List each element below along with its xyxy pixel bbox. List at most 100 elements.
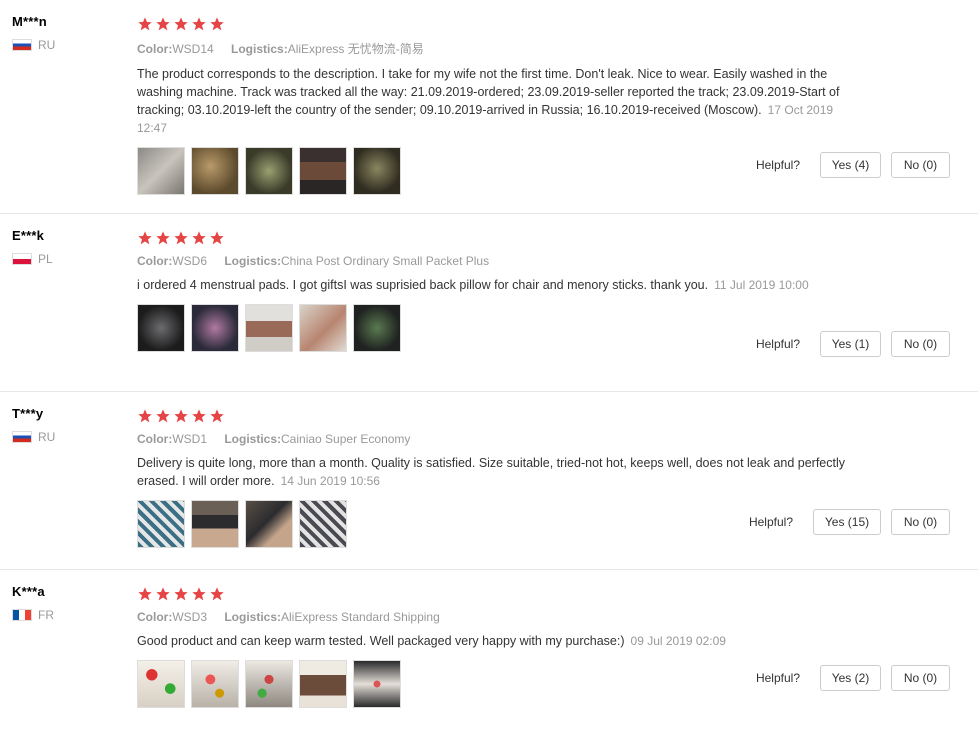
star-icon bbox=[191, 586, 207, 602]
helpful-label: Helpful? bbox=[755, 671, 800, 685]
review-attributes: Color:WSD14 Logistics:AliExpress 无忧物流-简易 bbox=[137, 40, 857, 57]
star-icon bbox=[155, 16, 171, 32]
russia-flag-icon bbox=[12, 39, 32, 51]
reviews-list: M***n RU Color:WSD14 Logistics:AliExpres… bbox=[0, 0, 978, 748]
review-photo-thumbnail[interactable] bbox=[353, 304, 401, 352]
star-icon bbox=[137, 16, 153, 32]
star-rating bbox=[137, 586, 857, 602]
helpful-no-button[interactable]: No (0) bbox=[891, 331, 950, 357]
logistics-key: Logistics: bbox=[224, 610, 282, 624]
reviewer-info: E***k PL bbox=[12, 228, 122, 266]
logistics-value: Cainiao Super Economy bbox=[281, 432, 411, 446]
helpful-label: Helpful? bbox=[755, 158, 800, 172]
review-photos bbox=[137, 147, 857, 195]
review-photo-thumbnail[interactable] bbox=[137, 147, 185, 195]
helpful-yes-button[interactable]: Yes (15) bbox=[813, 509, 881, 535]
review-item: M***n RU Color:WSD14 Logistics:AliExpres… bbox=[0, 0, 978, 214]
star-icon bbox=[155, 230, 171, 246]
star-rating bbox=[137, 408, 857, 424]
logistics-value: China Post Ordinary Small Packet Plus bbox=[281, 254, 490, 268]
helpful-yes-button[interactable]: Yes (4) bbox=[820, 152, 881, 178]
review-attributes: Color:WSD1 Logistics:Cainiao Super Econo… bbox=[137, 432, 857, 446]
reviewer-name: E***k bbox=[12, 228, 45, 243]
review-photo-thumbnail[interactable] bbox=[245, 147, 293, 195]
review-text: Delivery is quite long, more than a mont… bbox=[137, 456, 846, 488]
color-key: Color: bbox=[137, 432, 173, 446]
review-date: 09 Jul 2019 02:09 bbox=[630, 634, 726, 648]
reviewer-country: PL bbox=[12, 252, 122, 266]
reviewer-info: T***y RU bbox=[12, 406, 122, 444]
review-photo-thumbnail[interactable] bbox=[299, 304, 347, 352]
star-icon bbox=[173, 230, 189, 246]
helpful-label: Helpful? bbox=[748, 515, 793, 529]
helpful-no-button[interactable]: No (0) bbox=[891, 665, 950, 691]
color-value: WSD1 bbox=[172, 432, 207, 446]
star-icon bbox=[209, 408, 225, 424]
review-photo-thumbnail[interactable] bbox=[245, 304, 293, 352]
star-rating bbox=[137, 230, 857, 246]
reviewer-country: RU bbox=[12, 38, 122, 52]
country-code: PL bbox=[38, 252, 53, 266]
country-code: RU bbox=[38, 430, 56, 444]
logistics-value: AliExpress 无忧物流-简易 bbox=[287, 42, 424, 56]
star-icon bbox=[173, 408, 189, 424]
color-key: Color: bbox=[137, 610, 173, 624]
review-photo-thumbnail[interactable] bbox=[191, 660, 239, 708]
star-icon bbox=[209, 16, 225, 32]
review-photo-thumbnail[interactable] bbox=[137, 660, 185, 708]
logistics-key: Logistics: bbox=[224, 254, 282, 268]
review-text-block: Good product and can keep warm tested. W… bbox=[137, 632, 857, 650]
reviewer-name: M***n bbox=[12, 14, 47, 29]
reviewer-country: RU bbox=[12, 430, 122, 444]
star-icon bbox=[155, 586, 171, 602]
review-photos bbox=[137, 660, 857, 708]
color-value: WSD3 bbox=[172, 610, 207, 624]
star-icon bbox=[155, 408, 171, 424]
review-text: The product corresponds to the descripti… bbox=[137, 67, 840, 117]
review-text-block: The product corresponds to the descripti… bbox=[137, 65, 857, 137]
color-key: Color: bbox=[137, 42, 173, 56]
review-date: 14 Jun 2019 10:56 bbox=[280, 474, 380, 488]
review-text: Good product and can keep warm tested. W… bbox=[137, 634, 625, 648]
logistics-key: Logistics: bbox=[224, 432, 282, 446]
review-photo-thumbnail[interactable] bbox=[137, 304, 185, 352]
review-attributes: Color:WSD6 Logistics:China Post Ordinary… bbox=[137, 254, 857, 268]
russia-flag-icon bbox=[12, 431, 32, 443]
review-body: Color:WSD3 Logistics:AliExpress Standard… bbox=[137, 586, 857, 708]
country-code: FR bbox=[38, 608, 54, 622]
review-attributes: Color:WSD3 Logistics:AliExpress Standard… bbox=[137, 610, 857, 624]
star-icon bbox=[191, 408, 207, 424]
review-photo-thumbnail[interactable] bbox=[353, 660, 401, 708]
review-photo-thumbnail[interactable] bbox=[299, 500, 347, 548]
review-photo-thumbnail[interactable] bbox=[299, 660, 347, 708]
star-icon bbox=[173, 586, 189, 602]
review-photo-thumbnail[interactable] bbox=[191, 500, 239, 548]
review-photo-thumbnail[interactable] bbox=[137, 500, 185, 548]
star-icon bbox=[137, 230, 153, 246]
review-photo-thumbnail[interactable] bbox=[191, 304, 239, 352]
review-photo-thumbnail[interactable] bbox=[353, 147, 401, 195]
review-photo-thumbnail[interactable] bbox=[245, 660, 293, 708]
review-date: 11 Jul 2019 10:00 bbox=[714, 278, 809, 292]
country-code: RU bbox=[38, 38, 56, 52]
helpful-vote: Helpful? Yes (1) No (0) bbox=[756, 331, 950, 357]
color-key: Color: bbox=[137, 254, 173, 268]
review-item: K***a FR Color:WSD3 Logistics:AliExpress… bbox=[0, 570, 978, 748]
poland-flag-icon bbox=[12, 253, 32, 265]
logistics-key: Logistics: bbox=[231, 42, 288, 56]
logistics-value: AliExpress Standard Shipping bbox=[281, 610, 440, 624]
helpful-yes-button[interactable]: Yes (2) bbox=[820, 665, 881, 691]
review-photo-thumbnail[interactable] bbox=[191, 147, 239, 195]
review-item: E***k PL Color:WSD6 Logistics:China Post… bbox=[0, 214, 978, 392]
review-photo-thumbnail[interactable] bbox=[245, 500, 293, 548]
helpful-vote: Helpful? Yes (15) No (0) bbox=[749, 509, 950, 535]
review-photo-thumbnail[interactable] bbox=[299, 147, 347, 195]
review-text-block: Delivery is quite long, more than a mont… bbox=[137, 454, 857, 490]
helpful-label: Helpful? bbox=[755, 337, 800, 351]
helpful-no-button[interactable]: No (0) bbox=[891, 509, 950, 535]
helpful-no-button[interactable]: No (0) bbox=[891, 152, 950, 178]
helpful-yes-button[interactable]: Yes (1) bbox=[820, 331, 881, 357]
reviewer-name: K***a bbox=[12, 584, 45, 599]
reviewer-info: M***n RU bbox=[12, 14, 122, 52]
star-icon bbox=[191, 230, 207, 246]
